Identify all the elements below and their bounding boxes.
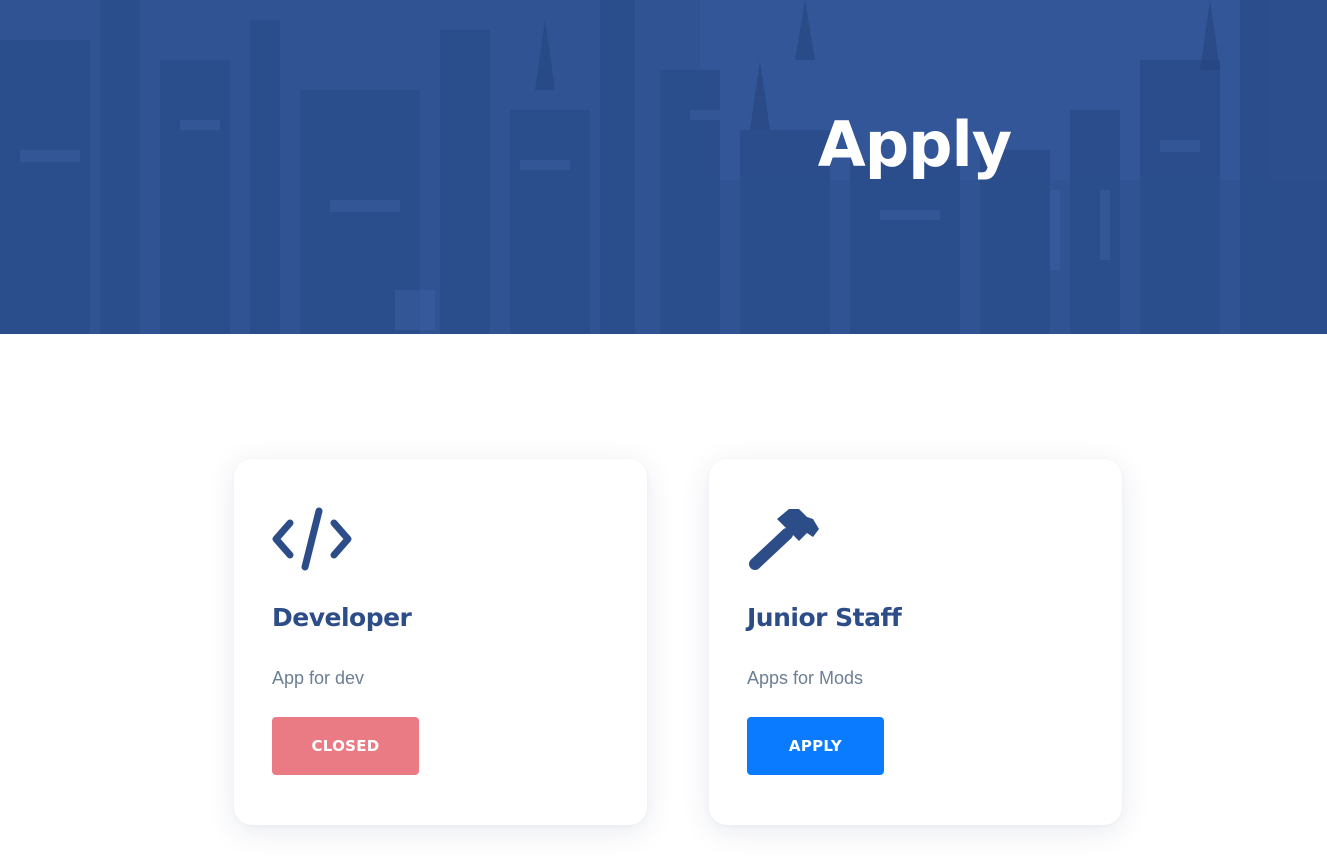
page-title: Apply xyxy=(817,108,1012,181)
apply-button[interactable]: APPLY xyxy=(747,717,884,775)
application-card-developer: Developer App for dev CLOSED xyxy=(234,459,647,825)
hammer-icon xyxy=(747,507,821,578)
card-description: Apps for Mods xyxy=(747,668,864,688)
closed-button[interactable]: CLOSED xyxy=(272,717,419,775)
card-title: Developer xyxy=(272,603,412,632)
card-title: Junior Staff xyxy=(747,603,902,632)
hero-banner: Apply xyxy=(0,0,1327,334)
application-card-junior-staff: Junior Staff Apps for Mods APPLY xyxy=(709,459,1122,825)
card-description: App for dev xyxy=(272,668,365,688)
code-icon xyxy=(272,507,352,576)
